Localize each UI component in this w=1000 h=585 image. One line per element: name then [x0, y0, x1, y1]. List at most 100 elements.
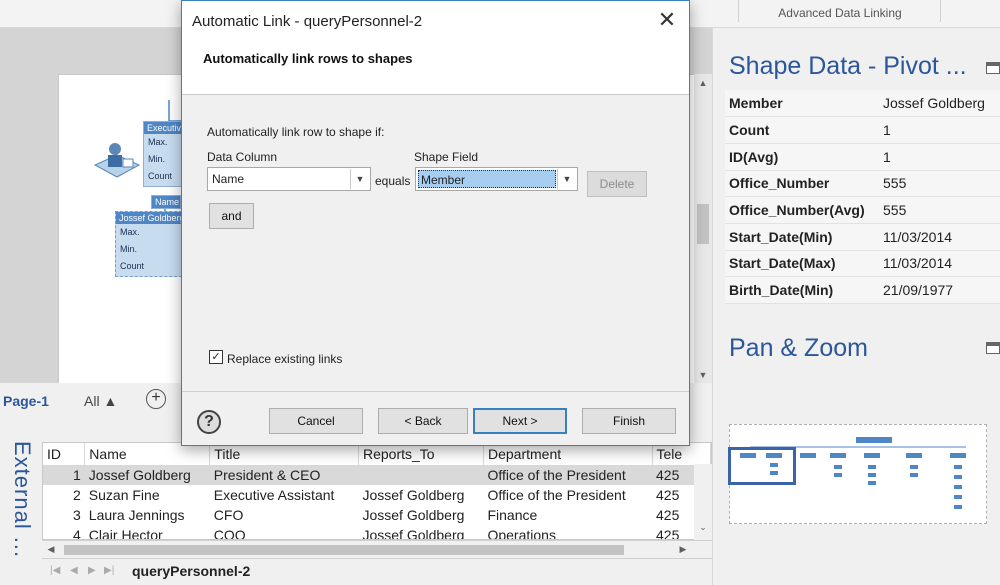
column-header-reports-to[interactable]: Reports_To — [358, 443, 484, 466]
column-header-department[interactable]: Department — [483, 443, 653, 466]
cell: Clair Hector — [88, 527, 163, 540]
column-header-id[interactable]: ID — [43, 443, 86, 466]
scroll-down-icon[interactable]: ▼ — [694, 370, 712, 380]
scroll-down-icon[interactable]: ⌄ — [694, 522, 712, 533]
scroll-up-icon[interactable]: ▲ — [694, 78, 712, 88]
add-page-icon[interactable]: + — [146, 389, 166, 409]
scroll-left-icon[interactable]: ◀ — [42, 544, 60, 555]
shape-data-key: ID(Avg) — [725, 143, 879, 171]
sheet-tabs-bar: |◀ ◀ ▶ ▶| queryPersonnel-2 — [42, 558, 712, 585]
replace-links-label[interactable]: Replace existing links — [227, 352, 342, 366]
cell: COO — [213, 527, 246, 540]
cancel-button[interactable]: Cancel — [269, 408, 363, 434]
prev-sheet-icon[interactable]: ◀ — [70, 565, 78, 576]
cell: Jossef Goldberg — [362, 507, 465, 523]
right-panel: Shape Data - Pivot ... Member Jossef Gold… — [712, 28, 1000, 585]
external-data-grid[interactable]: ID Name Title Reports_To Department Tele… — [42, 442, 712, 540]
cell — [358, 465, 484, 485]
last-sheet-icon[interactable]: ▶| — [104, 565, 114, 576]
cell: 3 — [73, 507, 81, 523]
tab-page-1[interactable]: Page-1 — [3, 393, 49, 409]
help-icon[interactable]: ? — [197, 410, 221, 434]
scroll-thumb[interactable] — [697, 204, 709, 244]
pan-zoom-viewport[interactable] — [728, 447, 796, 485]
shape-data-value[interactable]: 555 — [879, 196, 1000, 224]
grid-horizontal-scrollbar[interactable]: ◀ ▶ — [42, 540, 712, 558]
shape-data-value[interactable]: 1 — [879, 143, 1000, 171]
shape-data-key: Birth_Date(Min) — [725, 276, 879, 304]
shape-data-value[interactable]: 21/09/1977 — [879, 276, 1000, 304]
external-data-pane-title: External ... — [6, 440, 35, 560]
cell: Jossef Goldberg — [84, 465, 210, 485]
shape-data-row[interactable]: Start_Date(Min) 11/03/2014 — [725, 223, 1000, 251]
grid-vertical-scrollbar[interactable]: ⌄ — [694, 464, 712, 540]
cell: 2 — [73, 487, 81, 503]
table-header-row: ID Name Title Reports_To Department Tele — [43, 443, 711, 466]
org-shape-header: Name — [152, 196, 180, 208]
shape-data-row[interactable]: Birth_Date(Min) 21/09/1977 — [725, 276, 1000, 304]
table-row[interactable]: 1 Jossef Goldberg President & CEO Office… — [43, 465, 711, 485]
cell: 1 — [43, 465, 85, 485]
dialog-header: Automatically link rows to shapes — [182, 39, 689, 95]
column-header-telephone[interactable]: Tele — [652, 443, 711, 466]
delete-button[interactable]: Delete — [587, 171, 647, 197]
ribbon-group-label: Advanced Data Linking — [778, 6, 902, 20]
pan-zoom-minimize-icon[interactable] — [986, 342, 1000, 354]
shape-data-value[interactable]: Jossef Goldberg — [879, 90, 1000, 118]
shape-field-dropdown[interactable]: Member ▼ — [415, 167, 578, 191]
pan-zoom-preview[interactable] — [728, 424, 987, 524]
cell: Operations — [487, 527, 556, 540]
cell: Suzan Fine — [88, 487, 160, 503]
finish-button[interactable]: Finish — [582, 408, 676, 434]
next-button[interactable]: Next > — [473, 408, 567, 434]
shape-data-row[interactable]: Office_Number(Avg) 555 — [725, 196, 1000, 224]
org-shape-row: Count — [120, 261, 145, 271]
table-row[interactable]: 2 Suzan Fine Executive Assistant Jossef … — [43, 485, 711, 505]
equals-label: equals — [375, 174, 411, 188]
shape-data-table: Member Jossef Goldberg Count 1 ID(Avg) 1 Of… — [725, 90, 1000, 304]
shape-field-label: Shape Field — [414, 150, 479, 164]
org-shape-row: Max. — [120, 227, 140, 237]
shape-data-row[interactable]: Start_Date(Max) 11/03/2014 — [725, 250, 1000, 278]
close-icon[interactable]: ✕ — [655, 9, 679, 33]
table-row[interactable]: 3 Laura Jennings CFO Jossef Goldberg Fin… — [43, 505, 711, 525]
person-desk-icon — [93, 143, 141, 178]
shape-data-minimize-icon[interactable] — [986, 62, 1000, 74]
shape-data-row[interactable]: Count 1 — [725, 116, 1000, 144]
data-column-dropdown[interactable]: Name ▼ — [207, 167, 371, 191]
shape-data-value[interactable]: 11/03/2014 — [879, 250, 1000, 278]
shape-data-row[interactable]: Office_Number 555 — [725, 170, 1000, 198]
data-column-label: Data Column — [207, 150, 278, 164]
pan-zoom-title: Pan & Zoom — [729, 334, 868, 362]
shape-data-title: Shape Data - Pivot ... — [729, 52, 967, 80]
link-instruction: Automatically link row to shape if: — [207, 125, 385, 139]
shape-data-row[interactable]: ID(Avg) 1 — [725, 143, 1000, 171]
shape-data-value[interactable]: 11/03/2014 — [879, 223, 1000, 251]
sheet-tab-querypersonnel[interactable]: queryPersonnel-2 — [132, 563, 250, 579]
footer-divider — [182, 391, 689, 392]
chevron-down-icon[interactable]: ▼ — [350, 169, 369, 189]
back-button[interactable]: < Back — [378, 408, 468, 434]
and-button[interactable]: and — [209, 203, 254, 229]
scroll-right-icon[interactable]: ▶ — [674, 544, 692, 555]
shape-data-value[interactable]: 1 — [879, 116, 1000, 144]
chevron-down-icon[interactable]: ▼ — [557, 169, 576, 189]
table-row[interactable]: 4 Clair Hector COO Jossef Goldberg Opera… — [43, 525, 711, 540]
shape-data-value[interactable]: 555 — [879, 170, 1000, 198]
cell: President & CEO — [209, 465, 359, 485]
shape-data-key: Office_Number(Avg) — [725, 196, 879, 224]
replace-links-checkbox[interactable]: ✓ — [209, 350, 223, 364]
column-header-name[interactable]: Name — [84, 443, 211, 466]
first-sheet-icon[interactable]: |◀ — [50, 565, 60, 576]
dialog-titlebar[interactable]: Automatic Link - queryPersonnel-2 ✕ — [182, 1, 689, 39]
org-shape-jossef[interactable]: Jossef Goldberg Max. Min. Count — [115, 211, 187, 277]
ribbon-separator — [738, 0, 739, 22]
next-sheet-icon[interactable]: ▶ — [88, 565, 96, 576]
org-shape-name[interactable]: Name — [151, 195, 181, 209]
shape-data-row[interactable]: Member Jossef Goldberg — [725, 90, 1000, 118]
scroll-thumb[interactable] — [64, 545, 624, 555]
ribbon-separator — [940, 0, 941, 22]
all-pages-tab[interactable]: All ▲ — [84, 393, 117, 409]
canvas-vertical-scrollbar[interactable]: ▲ ▼ — [694, 74, 712, 390]
column-header-title[interactable]: Title — [209, 443, 359, 466]
